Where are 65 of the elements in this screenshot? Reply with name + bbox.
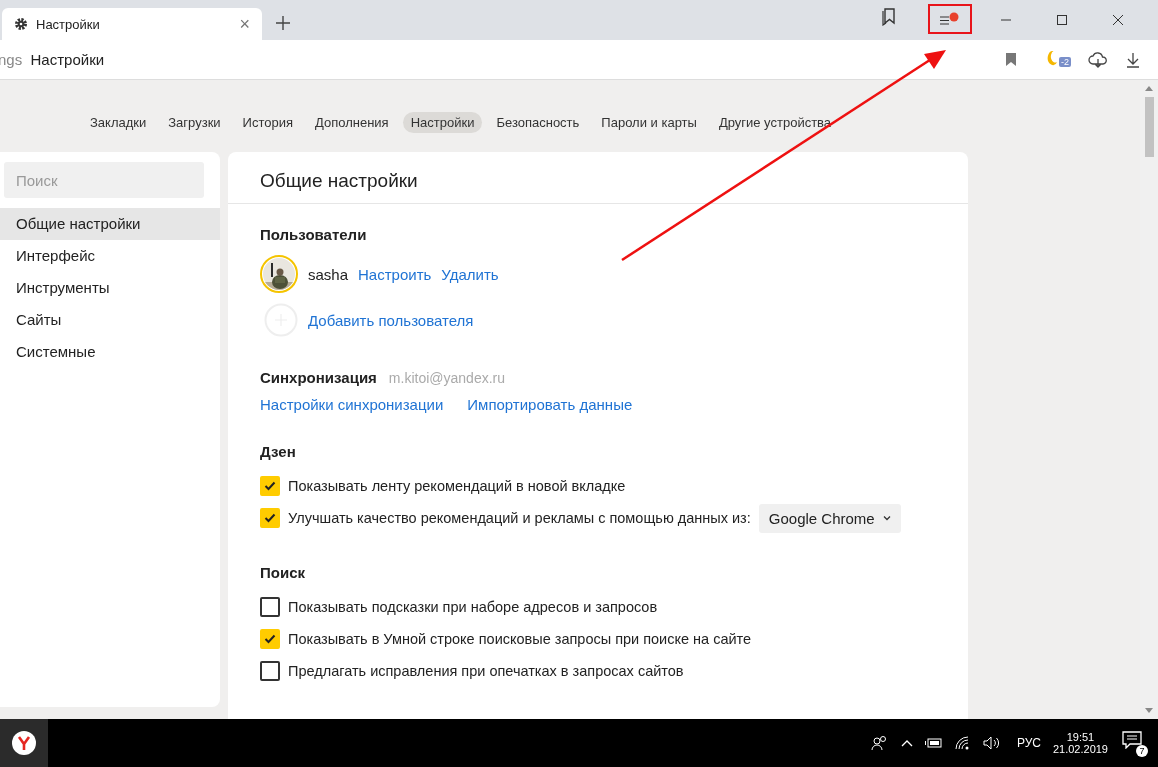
scroll-up-icon[interactable]	[1145, 86, 1153, 91]
bookmark-icon[interactable]	[1006, 53, 1016, 66]
new-tab-icon[interactable]	[276, 16, 290, 30]
page-title: Общие настройки	[228, 152, 968, 204]
menu-icon[interactable]	[939, 12, 961, 26]
sidebar-item[interactable]: Общие настройки	[0, 208, 220, 240]
check-icon	[264, 513, 276, 523]
nav-tab[interactable]: Пароли и карты	[593, 112, 705, 133]
extension-badge: -2	[1059, 56, 1071, 67]
check-icon	[264, 481, 276, 491]
cloud-icon[interactable]	[1088, 51, 1108, 68]
wifi-icon[interactable]	[954, 736, 971, 750]
option-label: Предлагать исправления при опечатках в запросах сайтов	[288, 663, 684, 679]
user-link[interactable]: Настроить	[358, 265, 432, 283]
nav-tab[interactable]: Закладки	[82, 112, 155, 133]
user-link[interactable]: Удалить	[441, 265, 499, 283]
nav-tab[interactable]: Дополнения	[307, 112, 397, 133]
option-label: Улучшать качество рекомендаций и рекламы с помощью данных из:	[288, 510, 751, 526]
add-user-link[interactable]: Добавить пользователя	[308, 311, 474, 329]
option-label: Показывать ленту рекомендаций в новой вкладке	[288, 478, 626, 494]
nav-tab[interactable]: Настройки	[402, 112, 483, 133]
people-icon[interactable]	[870, 735, 889, 751]
close-icon[interactable]	[1112, 14, 1124, 26]
sidebar-item[interactable]: Сайты	[0, 304, 220, 336]
option-label: Показывать в Умной строке поисковые запросы при поиске на сайте	[288, 631, 752, 647]
nav-tab[interactable]: История	[234, 112, 301, 133]
scrollbar-thumb[interactable]	[1144, 97, 1154, 157]
nav-tab[interactable]: Другие устройства	[710, 112, 840, 133]
section-heading: Поиск	[260, 564, 306, 581]
download-icon[interactable]	[1126, 51, 1140, 68]
clock-time[interactable]: 19:51	[1066, 731, 1095, 743]
tab-title: Настройки	[36, 16, 101, 32]
chevron-down-icon	[882, 515, 891, 521]
browser-tab[interactable]: Настройки ×	[2, 8, 262, 40]
source-dropdown[interactable]: Google Chrome	[758, 503, 901, 533]
section-heading: Дзен	[260, 443, 297, 460]
close-tab-button[interactable]: ×	[239, 15, 250, 33]
checkbox[interactable]	[260, 597, 280, 617]
sidebar-item[interactable]: Системные	[0, 336, 220, 368]
sidebar-item[interactable]: Инструменты	[0, 272, 220, 304]
sidebar-item[interactable]: Интерфейс	[0, 240, 220, 272]
sync-link[interactable]: Настройки синхронизации	[260, 396, 444, 413]
search-field[interactable]: Поиск	[4, 162, 204, 198]
bookmarks-icon[interactable]	[882, 8, 898, 26]
language-indicator[interactable]: РУС	[1016, 736, 1041, 750]
scroll-down-icon[interactable]	[1145, 708, 1153, 713]
gear-icon	[14, 17, 28, 31]
sync-link[interactable]: Импортировать данные	[467, 396, 633, 413]
browser-logo-icon[interactable]	[11, 730, 37, 756]
check-icon	[264, 634, 276, 644]
checkbox[interactable]	[260, 661, 280, 681]
notifications-icon[interactable]	[1122, 731, 1142, 749]
notification-count: 7	[1136, 745, 1148, 757]
caret-up-icon[interactable]	[900, 739, 913, 747]
sync-email: m.kitoi@yandex.ru	[388, 370, 505, 386]
maximize-icon[interactable]	[1056, 14, 1068, 26]
nav-tab[interactable]: Загрузки	[160, 112, 229, 133]
nav-tab[interactable]: Безопасность	[488, 112, 588, 133]
battery-icon[interactable]	[924, 737, 943, 749]
option-label: Показывать подсказки при наборе адресов и запросов	[288, 599, 658, 615]
volume-icon[interactable]	[982, 736, 1001, 750]
section-heading: Пользователи	[260, 226, 368, 243]
user-name: sasha	[308, 265, 349, 283]
section-heading: Синхронизация	[260, 369, 377, 386]
clock-date[interactable]: 21.02.2019	[1052, 743, 1108, 755]
